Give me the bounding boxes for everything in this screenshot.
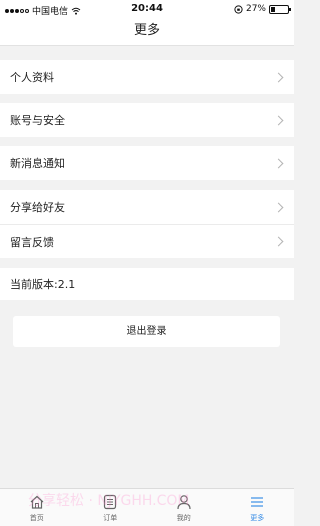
chevron-right-icon: [273, 72, 284, 82]
menu-item-label: 账号与安全: [10, 114, 65, 127]
tab-label: 更多: [250, 514, 265, 522]
battery-fill: [271, 6, 275, 12]
tab-mine[interactable]: 我的: [147, 489, 221, 526]
chevron-right-icon: [273, 202, 284, 212]
tab-label: 我的: [176, 514, 191, 522]
menu-item-label: 留言反馈: [10, 235, 54, 249]
tab-label: 订单: [103, 514, 118, 522]
status-right: 27%: [234, 4, 291, 14]
battery-icon: [269, 4, 291, 14]
menu-item-label: 分享给好友: [10, 201, 65, 214]
tab-label: 首页: [29, 514, 44, 522]
rotation-lock-icon: [234, 4, 243, 14]
menu-group-notifications: 新消息通知: [0, 146, 294, 180]
nav-bar: 更多: [0, 20, 294, 46]
menu-item-feedback[interactable]: 留言反馈: [0, 224, 294, 258]
user-icon: [177, 495, 191, 510]
version-label: 当前版本:2.1: [10, 278, 76, 291]
tab-bar: 首页 订单 我的 更多: [0, 488, 294, 526]
menu-group-profile: 个人资料: [0, 60, 294, 94]
menu-item-account-security[interactable]: 账号与安全: [0, 103, 294, 137]
menu-item-share[interactable]: 分享给好友: [0, 190, 294, 224]
version-row: 当前版本:2.1: [0, 268, 294, 300]
order-icon: [104, 494, 117, 510]
menu-group-social: 分享给好友 留言反馈: [0, 190, 294, 258]
home-icon: [30, 495, 44, 509]
tab-home[interactable]: 首页: [0, 489, 74, 526]
tab-orders[interactable]: 订单: [74, 489, 148, 526]
menu-item-notifications[interactable]: 新消息通知: [0, 146, 294, 180]
menu-group-account: 账号与安全: [0, 103, 294, 137]
chevron-right-icon: [273, 158, 284, 168]
chevron-right-icon: [273, 236, 284, 247]
menu-item-label: 个人资料: [10, 71, 54, 84]
menu-icon: [251, 497, 264, 507]
chevron-right-icon: [273, 115, 284, 125]
menu-item-profile[interactable]: 个人资料: [0, 60, 294, 94]
battery-percent: 27%: [245, 4, 266, 14]
tab-more[interactable]: 更多: [221, 489, 295, 526]
page-title: 更多: [133, 23, 160, 38]
menu-item-label: 新消息通知: [10, 157, 65, 170]
status-bar: 中国电信 20:44 27%: [0, 0, 294, 20]
logout-button[interactable]: 退出登录: [13, 316, 280, 347]
